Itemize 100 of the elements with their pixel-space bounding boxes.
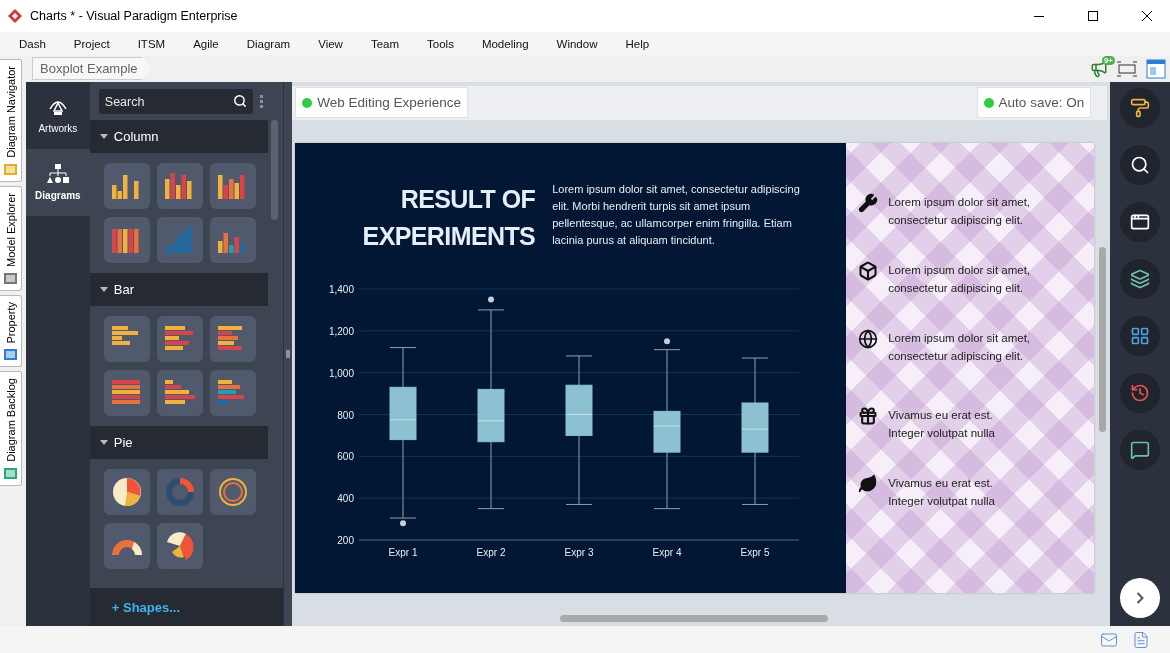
feature-text: Vivamus eu erat est. Integer volutpat nulla — [888, 476, 995, 509]
search-icon — [1130, 155, 1151, 175]
menu-item[interactable]: Team — [359, 37, 417, 50]
toolbar-button[interactable] — [1120, 202, 1161, 242]
nav-tab[interactable]: Artworks — [26, 82, 90, 149]
chart-tile[interactable] — [103, 217, 150, 263]
panel-icon — [3, 270, 18, 286]
menu-item[interactable]: View — [307, 37, 360, 50]
axis-label: Expr 4 — [652, 547, 682, 558]
menu-item[interactable]: Diagram — [235, 37, 308, 50]
chart-tile[interactable] — [103, 316, 150, 362]
outlier-point — [664, 338, 671, 345]
panel-icon — [3, 347, 18, 363]
shapes-link[interactable]: + Shapes... — [89, 588, 284, 626]
menu-item[interactable]: Window — [545, 37, 615, 50]
maximize-icon — [1088, 11, 1098, 21]
scrollbar-thumb[interactable] — [560, 615, 829, 622]
globe-icon — [858, 329, 879, 349]
chart-tile[interactable] — [156, 469, 203, 515]
chart-tile[interactable] — [156, 523, 203, 569]
gift-icon — [858, 406, 879, 426]
axis-label: 600 — [337, 451, 355, 463]
comment-icon — [1130, 440, 1151, 460]
search-field[interactable]: Search — [98, 89, 253, 114]
menu-item[interactable]: Project — [62, 37, 127, 50]
panel-icon — [3, 161, 18, 177]
axis-label: Expr 5 — [740, 547, 770, 558]
history-icon — [1130, 383, 1151, 403]
chevron-right-icon — [1136, 592, 1145, 604]
more-icon[interactable] — [258, 94, 263, 109]
toolbar-button[interactable] — [1120, 430, 1161, 470]
chart-tile[interactable] — [103, 163, 150, 209]
chart-tile[interactable] — [156, 316, 203, 362]
side-tab[interactable]: Model Explorer — [0, 185, 22, 291]
toolbar-button[interactable] — [1120, 316, 1161, 356]
ring-chart-icon — [216, 476, 249, 508]
axis-label: 800 — [337, 409, 355, 421]
side-tab[interactable]: Diagram Navigator — [0, 59, 22, 182]
app-logo-icon — [8, 9, 22, 23]
slide-title: RESULT OF EXPERIMENTS — [361, 184, 536, 252]
status-label: Auto save: On — [998, 95, 1085, 110]
axis-label: Expr 2 — [476, 547, 506, 558]
hierarchy-icon — [46, 164, 69, 184]
side-tab[interactable]: Diagram Backlog — [0, 371, 22, 487]
chart-tile[interactable] — [209, 316, 256, 362]
chart-tile[interactable] — [103, 370, 150, 416]
document-icon[interactable] — [1132, 630, 1150, 649]
panel-layout-icon[interactable] — [1146, 58, 1166, 79]
chart-tile[interactable] — [209, 217, 256, 263]
nav-tab[interactable]: Diagrams — [26, 149, 90, 216]
side-tab[interactable]: Property — [0, 294, 22, 368]
outlier-point — [400, 520, 407, 527]
window-title: Charts * - Visual Paradigm Enterprise — [30, 9, 239, 23]
menu-item[interactable]: Agile — [182, 37, 236, 50]
window-icon — [1130, 212, 1151, 232]
minimize-icon — [1034, 15, 1044, 17]
notification-badge: 9+ — [1101, 55, 1115, 65]
mail-icon[interactable] — [1100, 630, 1118, 649]
chart-tile[interactable] — [103, 523, 150, 569]
axis-label: Expr 1 — [388, 547, 418, 558]
chart-tile[interactable] — [156, 163, 203, 209]
menu-item[interactable]: Tools — [416, 37, 471, 50]
toolbar-button[interactable] — [1120, 259, 1161, 299]
pie-chart-icon — [110, 476, 143, 508]
chart-tile[interactable] — [156, 217, 203, 263]
section-header[interactable]: Column — [89, 120, 268, 153]
menu-item[interactable]: ITSM — [126, 37, 183, 50]
toolbar-button[interactable] — [1120, 145, 1161, 185]
fit-view-icon[interactable] — [1116, 60, 1138, 77]
donut-chart-icon — [163, 476, 196, 508]
axis-label: 1,400 — [329, 284, 355, 295]
chart-tile[interactable] — [156, 370, 203, 416]
menu-item[interactable]: Help — [614, 37, 667, 50]
close-icon — [1142, 11, 1152, 21]
layers-icon — [1130, 269, 1151, 289]
section-header[interactable]: Bar — [89, 273, 268, 306]
chart-tile[interactable] — [209, 370, 256, 416]
chart-tile[interactable] — [209, 163, 256, 209]
menu-item[interactable]: Dash — [8, 37, 63, 50]
scrollbar-thumb[interactable] — [1099, 247, 1107, 432]
chart-tile[interactable] — [103, 469, 150, 515]
chart-tile[interactable] — [209, 469, 256, 515]
leaf-icon — [858, 474, 879, 494]
axis-label: 400 — [337, 493, 355, 505]
section-header[interactable]: Pie — [89, 426, 268, 459]
breadcrumb[interactable]: Boxplot Example — [32, 57, 152, 80]
scrollbar-thumb[interactable] — [271, 120, 279, 220]
search-icon — [232, 94, 247, 108]
splitter-handle-icon[interactable] — [286, 350, 291, 358]
feature-text: Lorem ipsum dolor sit amet, consectetur adipiscing elit. — [888, 195, 1031, 228]
axis-label: Expr 3 — [564, 547, 594, 558]
slide-paragraph: Lorem ipsum dolor sit amet, consectetur adipiscing elit. Morbi hendrerit turpis sit amet ipsum pellentesque, ac ullamcorper enim fringilla. Etiam lacinia purus at aliquam tincidunt. — [552, 182, 801, 248]
expand-button[interactable] — [1120, 578, 1161, 618]
feature-text: Vivamus eu erat est. Integer volutpat nulla — [888, 408, 995, 441]
axis-label: 200 — [337, 535, 355, 546]
menu-item[interactable]: Modeling — [470, 37, 546, 50]
status-label: Web Editing Experience — [317, 95, 461, 110]
toolbar-button[interactable] — [1120, 88, 1161, 128]
axis-label: 1,200 — [329, 325, 355, 337]
cube-icon — [858, 261, 879, 281]
